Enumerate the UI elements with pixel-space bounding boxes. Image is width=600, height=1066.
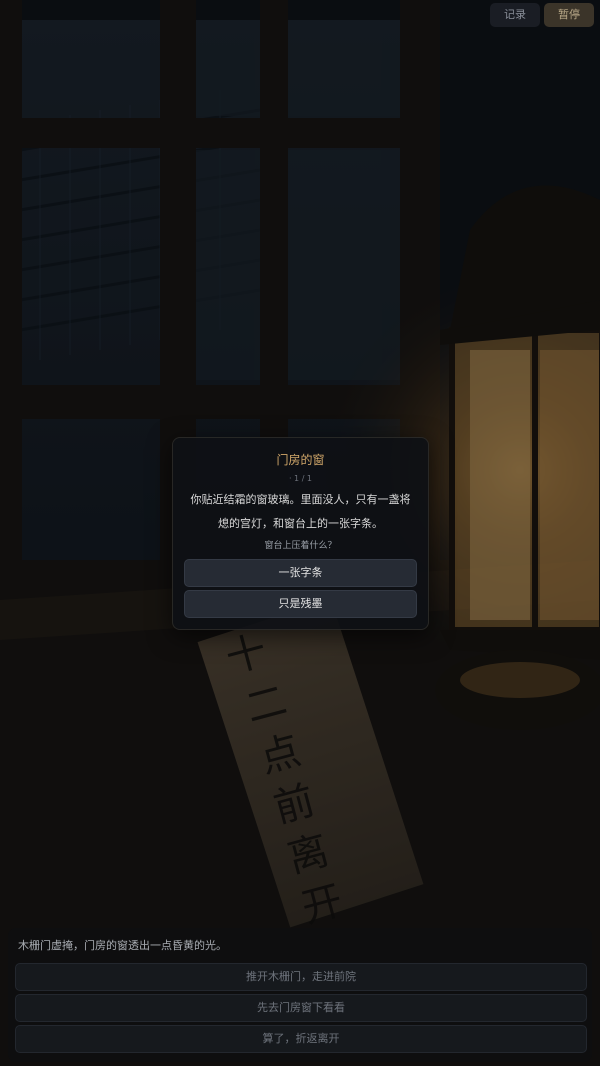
- pause-button[interactable]: 暂停: [544, 3, 594, 27]
- dialog-body-line-2: 熄的宫灯，和窗台上的一张字条。: [218, 517, 383, 530]
- game-scene: 十 二 点 前 离 开 记录 暂停 门房的窗 · 1 / 1 你贴近结霜的窗玻璃…: [0, 0, 600, 1066]
- dialog-body-line-1: 你贴近结霜的窗玻璃。里面没人，只有一盏将: [190, 493, 411, 506]
- dialog-title: 门房的窗: [276, 453, 325, 467]
- option-turn-back[interactable]: 算了，折返离开: [15, 1025, 587, 1053]
- dialog-body: 你贴近结霜的窗玻璃。里面没人，只有一盏将 熄的宫灯，和窗台上的一张字条。: [185, 488, 416, 536]
- dialog-page-indicator: · 1 / 1: [288, 474, 313, 483]
- choice-ink-button[interactable]: 只是残墨: [184, 590, 417, 618]
- narration-text: 木栅门虚掩，门房的窗透出一点昏黄的光。: [18, 939, 227, 952]
- narration-panel: 木栅门虚掩，门房的窗透出一点昏黄的光。 推开木栅门，走进前院 先去门房窗下看看 …: [8, 928, 592, 1062]
- option-enter-courtyard[interactable]: 推开木栅门，走进前院: [15, 963, 587, 991]
- choice-note-button[interactable]: 一张字条: [184, 559, 417, 587]
- dialog-question: 窗台上压着什么？: [264, 541, 337, 551]
- event-dialog: 门房的窗 · 1 / 1 你贴近结霜的窗玻璃。里面没人，只有一盏将 熄的宫灯，和…: [172, 437, 429, 630]
- option-check-window[interactable]: 先去门房窗下看看: [15, 994, 587, 1022]
- log-button[interactable]: 记录: [490, 3, 540, 27]
